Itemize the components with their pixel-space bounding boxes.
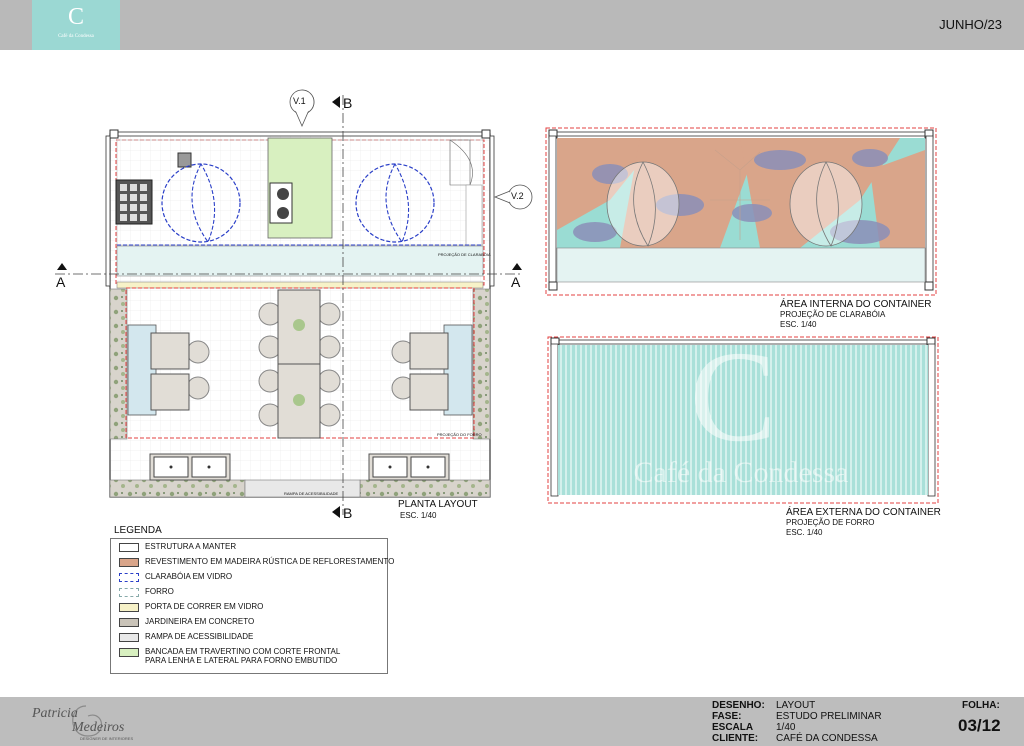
sheet-label: FOLHA: (962, 700, 1000, 711)
section-b-top: B (343, 95, 353, 111)
plan-layout (55, 89, 533, 518)
note-skylight-projection: PROJEÇÃO DE CLARABÓIA (438, 252, 491, 257)
legend-box: ESTRUTURA A MANTER REVESTIMENTO EM MADEI… (110, 538, 394, 674)
internal-subtitle: PROJEÇÃO DE CLARABÓIA (780, 310, 886, 319)
legend-swatch (119, 543, 139, 552)
external-subtitle: PROJEÇÃO DE FORRO (786, 518, 875, 527)
note-ramp: RAMPA DE ACESSIBILIDADE (284, 491, 339, 496)
cut-marker-v1: V.1 (293, 96, 306, 106)
legend-label: REVESTIMENTO EM MADEIRA RÚSTICA DE REFLO… (145, 557, 395, 566)
label-scale: ESCALA (712, 722, 754, 733)
legend-swatch (119, 573, 139, 582)
watermark-letter: C (689, 325, 777, 469)
internal-title: ÁREA INTERNA DO CONTAINER (780, 299, 932, 310)
value-phase: ESTUDO PRELIMINAR (776, 711, 882, 722)
legend-title: LEGENDA (114, 525, 162, 536)
internal-container-view (545, 127, 937, 296)
value-scale: 1/40 (776, 722, 796, 733)
external-scale: ESC. 1/40 (786, 528, 823, 537)
legend-label: ESTRUTURA A MANTER (145, 542, 237, 551)
designer-caption: DESIGNER DE INTERIORES (80, 736, 134, 741)
legend-swatch (119, 618, 139, 627)
note-ceiling-projection: PROJEÇÃO DO FORRO (437, 432, 482, 437)
legend-swatch (119, 558, 139, 567)
designer-name-2: Medeiros (72, 720, 125, 735)
legend-swatch (119, 633, 139, 642)
section-a-left: A (56, 274, 66, 290)
info-labels: DESENHO: FASE: ESCALA CLIENTE: (712, 700, 765, 744)
legend-swatch (119, 648, 139, 657)
label-client: CLIENTE: (712, 733, 759, 744)
sheet-number: 03/12 (958, 716, 1001, 735)
label-drawing: DESENHO: (712, 700, 765, 711)
designer-name-1: Patricia (32, 706, 78, 721)
section-b-bottom: B (343, 505, 353, 521)
label-phase: FASE: (712, 711, 742, 722)
info-values: LAYOUT ESTUDO PRELIMINAR 1/40 CAFÉ DA CO… (776, 700, 882, 744)
legend-swatch (119, 588, 139, 597)
cut-marker-v2: V.2 (511, 191, 524, 201)
legend-label: PORTA DE CORRER EM VIDRO (145, 602, 264, 611)
external-title: ÁREA EXTERNA DO CONTAINER (786, 507, 941, 518)
value-drawing: LAYOUT (776, 700, 816, 711)
legend-swatch (119, 603, 139, 612)
section-a-right: A (511, 274, 521, 290)
legend-label: JARDINEIRA EM CONCRETO (145, 617, 255, 626)
internal-scale: ESC. 1/40 (780, 320, 817, 329)
legend: LEGENDA ESTRUTURA A MANTER REVESTIMENTO … (110, 525, 394, 674)
designer-logo: Patricia Medeiros DESIGNER DE INTERIORES (28, 702, 148, 742)
plan-title: PLANTA LAYOUT (398, 499, 478, 510)
legend-label: CLARABÓIA EM VIDRO (145, 572, 233, 581)
watermark-text: Café da Condessa (633, 456, 849, 489)
legend-label: BANCADA EM TRAVERTINO COM CORTE FRONTAL … (145, 647, 341, 665)
legend-label: RAMPA DE ACESSIBILIDADE (145, 632, 254, 641)
value-client: CAFÉ DA CONDESSA (776, 733, 878, 744)
plan-scale: ESC. 1/40 (400, 511, 437, 520)
legend-label: FORRO (145, 587, 174, 596)
